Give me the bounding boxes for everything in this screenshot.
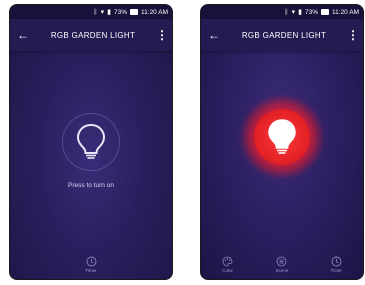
phone-screen-off: ᛒ ▾ ▮ 73% 11:20 AM ← RGB GARDEN LIGHT ⋮ … [9, 4, 173, 280]
nav-item-timer[interactable]: Timer [85, 256, 97, 273]
battery-percent: 73% [305, 8, 319, 16]
wifi-icon: ▾ [291, 8, 296, 16]
phone-screen-on: ᛒ ▾ ▮ 73% 11:20 AM ← RGB GARDEN LIGHT ⋮ … [200, 4, 364, 280]
bottom-nav: Timer [10, 249, 172, 279]
page-title: RGB GARDEN LIGHT [50, 30, 136, 40]
power-prompt: Press to turn on [68, 182, 114, 189]
bottom-nav: Color Scene Timer [201, 249, 363, 279]
page-title: RGB GARDEN LIGHT [241, 30, 327, 40]
status-time: 11:20 AM [141, 8, 168, 16]
nav-label-timer: Timer [330, 267, 342, 273]
nav-item-scene[interactable]: Scene [275, 256, 288, 273]
nav-label-timer: Timer [85, 267, 97, 273]
clock-icon [331, 256, 342, 267]
status-bar: ᛒ ▾ ▮ 73% 11:20 AM [10, 5, 172, 19]
nav-item-timer[interactable]: Timer [331, 256, 342, 273]
signal-icon: ▮ [107, 8, 111, 16]
signal-icon: ▮ [298, 8, 302, 16]
nav-label-color: Color [222, 267, 234, 273]
battery-icon [130, 9, 139, 15]
wifi-icon: ▾ [100, 8, 105, 16]
overflow-menu-icon[interactable]: ⋮ [156, 28, 168, 42]
lightbulb-icon [268, 119, 296, 154]
power-toggle-button[interactable] [62, 113, 120, 171]
app-bar: ← RGB GARDEN LIGHT ⋮ [201, 19, 363, 51]
app-bar: ← RGB GARDEN LIGHT ⋮ [10, 19, 172, 51]
palette-icon [222, 256, 233, 267]
back-arrow-icon[interactable]: ← [207, 28, 221, 42]
nav-label-scene: Scene [275, 267, 289, 273]
battery-percent: 73% [114, 8, 128, 16]
power-toggle-button[interactable] [254, 109, 310, 165]
overflow-menu-icon[interactable]: ⋮ [347, 28, 359, 42]
clock-icon [86, 256, 97, 267]
nav-item-color[interactable]: Color [222, 256, 233, 273]
bluetooth-icon: ᛒ [284, 8, 289, 16]
battery-icon [321, 9, 330, 15]
back-arrow-icon[interactable]: ← [16, 28, 30, 42]
status-time: 11:20 AM [332, 8, 359, 16]
status-bar: ᛒ ▾ ▮ 73% 11:20 AM [201, 5, 363, 19]
scene-icon [276, 256, 287, 267]
lightbulb-icon [76, 123, 106, 159]
bluetooth-icon: ᛒ [93, 8, 98, 16]
